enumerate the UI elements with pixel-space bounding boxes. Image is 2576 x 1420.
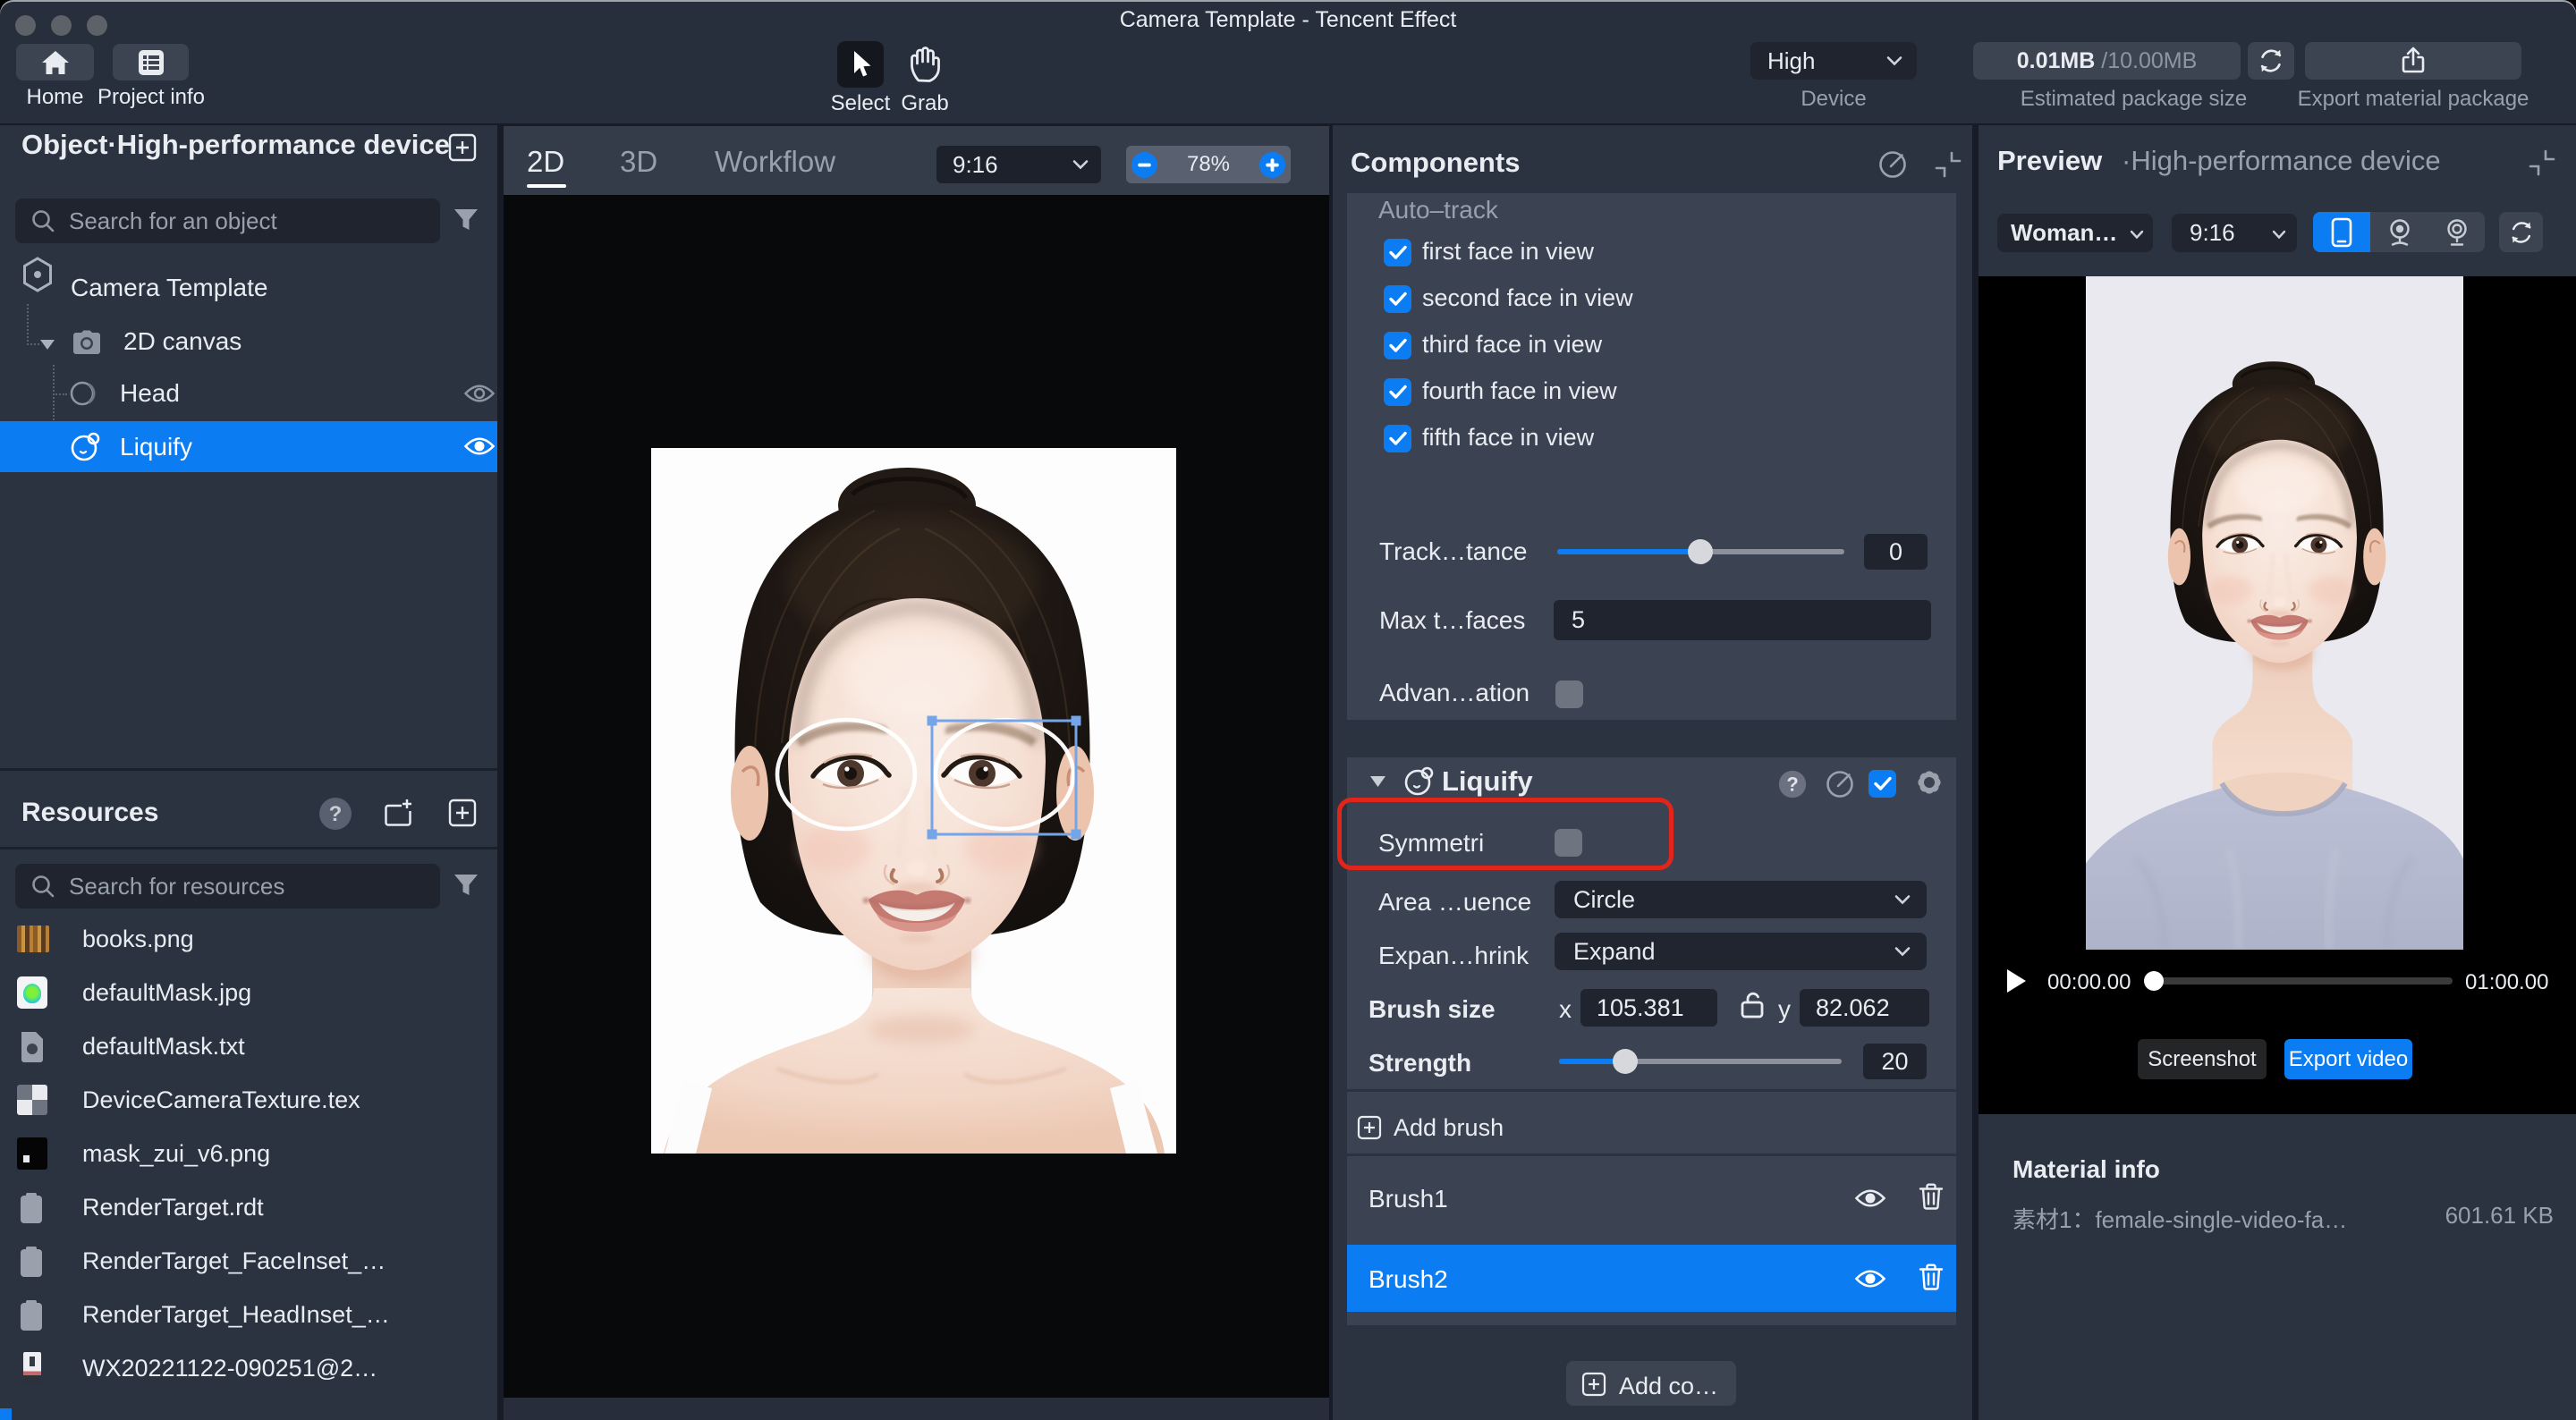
svg-text:?: ? [1786,773,1798,796]
svg-text:?: ? [329,802,343,826]
